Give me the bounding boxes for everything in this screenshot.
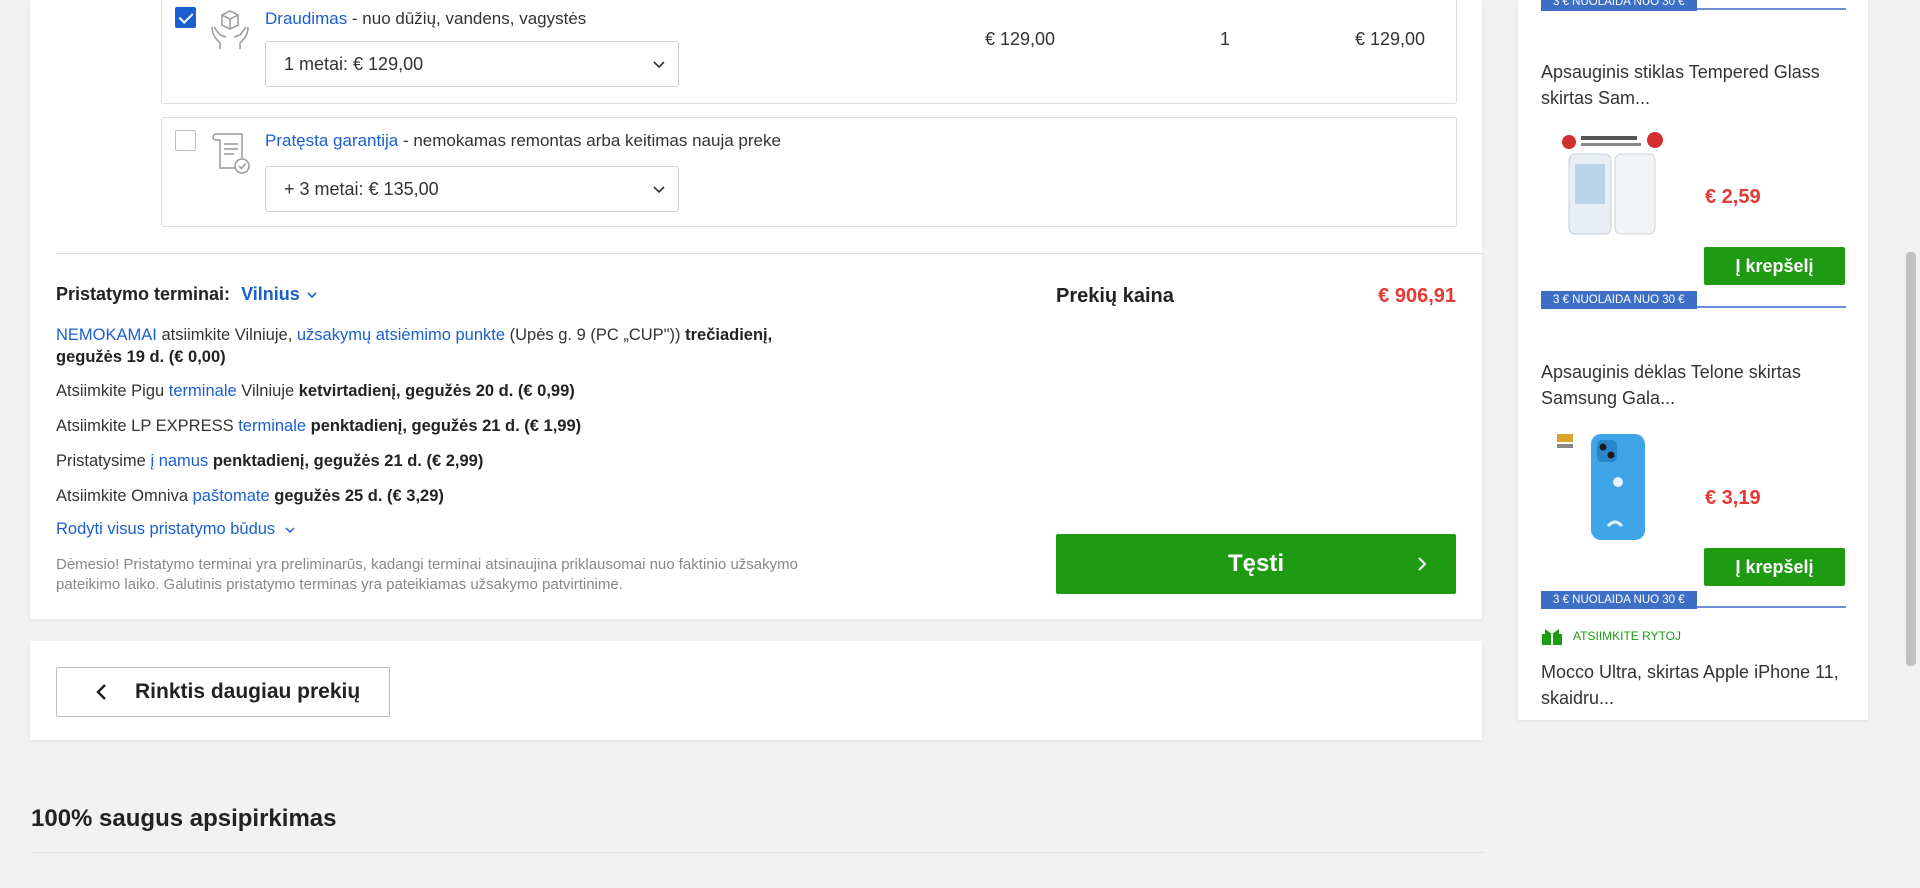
chevron-left-icon [96, 684, 106, 700]
terminal-link[interactable]: terminale [169, 382, 237, 400]
product-title[interactable]: Mocco Ultra, skirtas Apple iPhone 11, sk… [1541, 659, 1841, 711]
delivery-date: ketvirtadienį, gegužės 20 d. (€ 0,99) [298, 382, 575, 400]
chevron-down-icon [285, 527, 295, 533]
insurance-period-value: 1 metai: € 129,00 [284, 54, 424, 74]
continue-shopping-card: Rinktis daugiau prekių [30, 641, 1482, 740]
chevron-down-icon [653, 61, 665, 69]
product-title[interactable]: Apsauginis dėklas Telone skirtas Samsung… [1541, 359, 1841, 411]
delivery-address: (Upės g. 9 (PC „CUP")) [505, 326, 686, 344]
delivery-date: penktadienį, gegužės 21 d. (€ 2,99) [212, 452, 484, 470]
show-all-delivery-methods[interactable]: Rodyti visus pristatymo būdus [56, 520, 296, 539]
promo-badge: 3 € NUOLAIDA NUO 30 € [1541, 0, 1846, 11]
total-price: € 129,00 [1355, 29, 1426, 49]
gift-icon [1542, 629, 1562, 645]
delivery-text: Atsiimkite Omniva [56, 487, 193, 505]
insurance-addon: Draudimas - nuo dūžių, vandens, vagystės… [161, 0, 1457, 104]
cart-card: Draudimas - nuo dūžių, vandens, vagystės… [30, 0, 1483, 619]
warranty-period-value: + 3 metai: € 135,00 [284, 179, 439, 199]
warranty-period-select[interactable]: + 3 metai: € 135,00 [265, 166, 679, 212]
section-divider [56, 253, 1483, 254]
warranty-checkbox[interactable] [175, 130, 196, 151]
page-scrollbar-thumb[interactable] [1906, 252, 1916, 666]
product-price: € 2,59 [1705, 186, 1761, 208]
promo-label: 3 € NUOLAIDA NUO 30 € [1541, 591, 1697, 609]
terminal-link[interactable]: terminale [238, 417, 306, 435]
continue-button[interactable]: Tęsti [1056, 534, 1456, 594]
continue-label: Tęsti [1227, 550, 1284, 577]
delivery-option-omniva: Atsiimkite Omniva paštomate gegužės 25 d… [56, 485, 826, 507]
insurance-checkbox[interactable] [175, 7, 196, 28]
delivery-notice: Dėmesio! Pristatymo terminai yra prelimi… [56, 556, 798, 593]
items-price-value: € 906,91 [1378, 285, 1456, 307]
promo-badge: 3 € NUOLAIDA NUO 30 € [1541, 290, 1846, 309]
delivery-text: Pristatysime [56, 452, 151, 470]
chevron-down-icon [653, 186, 665, 194]
warranty-addon: Pratęsta garantija - nemokamas remontas … [161, 117, 1457, 227]
warranty-link[interactable]: Pratęsta garantija [265, 131, 398, 150]
home-delivery-link[interactable]: į namus [150, 452, 208, 470]
delivery-text: Vilniuje [236, 382, 299, 400]
promo-label: 3 € NUOLAIDA NUO 30 € [1541, 291, 1697, 309]
delivery-text: Atsiimkite LP EXPRESS [56, 417, 239, 435]
screen-protector-image[interactable] [1553, 128, 1673, 240]
insurance-description: - nuo dūžių, vandens, vagystės [347, 9, 587, 28]
items-price-label: Prekių kaina [1056, 285, 1174, 307]
product-title[interactable]: Apsauginis stiklas Tempered Glass skirta… [1541, 59, 1841, 111]
insurance-hands-box-icon [211, 10, 249, 49]
warranty-title: Pratęsta garantija - nemokamas remontas … [265, 131, 781, 151]
delivery-date: penktadienį, gegužės 21 d. (€ 1,99) [310, 417, 582, 435]
pickup-label: ATSIIMKITE RYTOJ [1573, 629, 1682, 644]
continue-shopping-button[interactable]: Rinktis daugiau prekių [56, 667, 390, 717]
pickup-point-link[interactable]: užsakymų atsiėmimo punkte [297, 326, 505, 344]
delivery-terms-header: Pristatymo terminai: Vilnius [56, 284, 318, 305]
delivery-city-selector[interactable]: Vilnius [241, 284, 318, 304]
phone-case-image[interactable] [1553, 430, 1673, 542]
chevron-right-icon [1418, 557, 1427, 571]
delivery-terms-label: Pristatymo terminai: [56, 284, 231, 304]
free-link[interactable]: NEMOKAMAI [56, 326, 157, 344]
safe-shopping-title: 100% saugus apsipirkimas [31, 805, 337, 832]
insurance-title: Draudimas - nuo dūžių, vandens, vagystės [265, 9, 586, 29]
delivery-option-pickup-point: NEMOKAMAI atsiimkite Vilniuje, užsakymų … [56, 324, 826, 368]
delivery-date: gegužės 25 d. (€ 3,29) [274, 487, 444, 505]
add-to-cart-button[interactable]: Į krepšelį [1704, 548, 1845, 586]
add-to-cart-button[interactable]: Į krepšelį [1704, 247, 1845, 285]
unit-price: € 129,00 [985, 29, 1056, 49]
chevron-down-icon [307, 292, 317, 299]
continue-shopping-label: Rinktis daugiau prekių [135, 680, 361, 703]
parcel-locker-link[interactable]: paštomate [193, 487, 270, 505]
pickup-tomorrow-badge: ATSIIMKITE RYTOJ [1541, 628, 1681, 646]
quantity: 1 [1220, 29, 1231, 49]
promo-badge: 3 € NUOLAIDA NUO 30 € [1541, 590, 1846, 609]
product-price: € 3,19 [1705, 487, 1761, 509]
promo-label: 3 € NUOLAIDA NUO 30 € [1541, 0, 1697, 11]
show-all-label: Rodyti visus pristatymo būdus [56, 520, 276, 538]
delivery-text: Atsiimkite Pigu [56, 382, 169, 400]
warranty-document-icon [212, 133, 250, 174]
delivery-text: atsiimkite Vilniuje, [156, 326, 297, 344]
delivery-option-home: Pristatysime į namus penktadienį, gegužė… [56, 450, 826, 472]
warranty-description: - nemokamas remontas arba keitimas nauja… [398, 131, 781, 150]
recommendations-sidebar: 3 € NUOLAIDA NUO 30 € Apsauginis stiklas… [1518, 0, 1868, 720]
delivery-option-pigu-terminal: Atsiimkite Pigu terminale Vilniuje ketvi… [56, 380, 826, 402]
insurance-period-select[interactable]: 1 metai: € 129,00 [265, 41, 679, 87]
insurance-link[interactable]: Draudimas [265, 9, 347, 28]
section-divider [31, 852, 1483, 853]
delivery-option-lp-express: Atsiimkite LP EXPRESS terminale penktadi… [56, 415, 826, 437]
delivery-city: Vilnius [241, 284, 300, 304]
